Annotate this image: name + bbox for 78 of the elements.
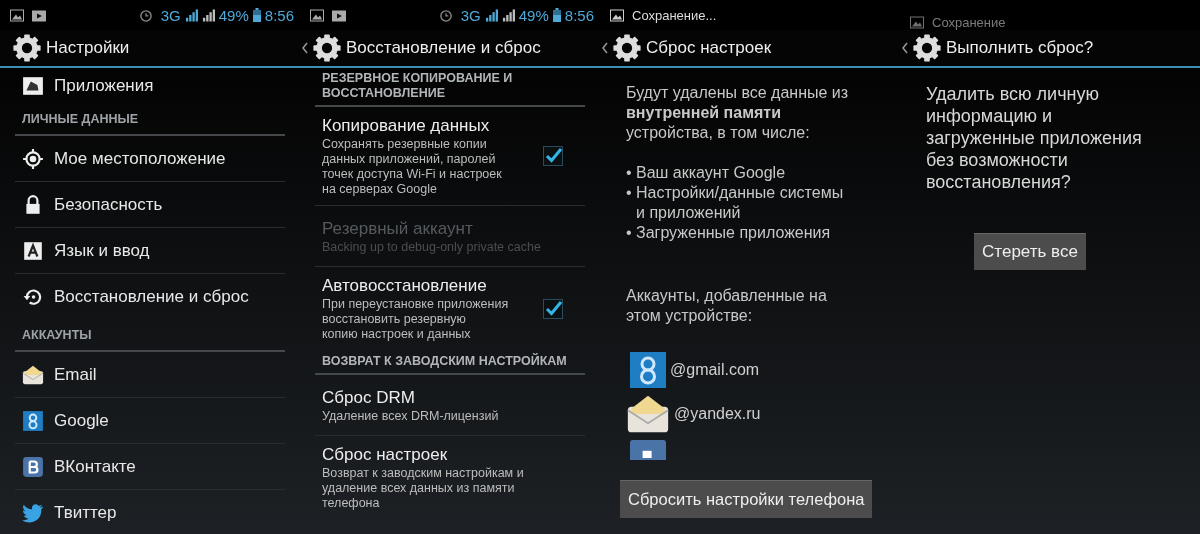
checkbox[interactable] xyxy=(543,298,563,319)
image-icon xyxy=(910,15,924,29)
checkbox[interactable] xyxy=(543,146,563,166)
alarm-clock-icon xyxy=(438,8,453,22)
preference-summary: Сохранять резервные копии данных приложений, паролей точек доступа Wi-Fi и настроек на серверах Google xyxy=(322,137,503,197)
preference-title[interactable]: Сброс настроек xyxy=(322,444,563,466)
location-icon xyxy=(22,147,44,170)
signal-icon xyxy=(184,8,198,22)
bullet-mark: • xyxy=(626,183,633,203)
preference-title[interactable]: Копирование данных xyxy=(322,115,543,137)
google-icon xyxy=(22,409,44,432)
preference-summary: При переустановке приложения восстановить резервную копию настроек и данных xyxy=(322,297,510,342)
bullet-mark: • xyxy=(626,223,633,243)
image-icon xyxy=(310,8,324,22)
signal-icon xyxy=(501,8,515,22)
section-header: АККАУНТЫ xyxy=(15,320,285,352)
settings-item[interactable]: Мое местоположение xyxy=(15,136,285,182)
battery-icon xyxy=(252,8,261,22)
bullet-text: Ваш аккаунт Google xyxy=(636,163,786,183)
screen-title: Выполнить сброс? xyxy=(946,38,1094,58)
reset-phone-button[interactable]: Сбросить настройки телефона xyxy=(620,480,873,518)
signal-icon xyxy=(201,8,215,22)
screen-title: Восстановление и сброс xyxy=(346,38,541,58)
erase-all-button[interactable]: Стереть все xyxy=(974,233,1086,270)
settings-icon[interactable] xyxy=(12,33,42,63)
accounts-heading: Аккаунты, добавленные на этом устройстве: xyxy=(626,286,827,326)
settings-icon[interactable] xyxy=(312,33,342,63)
preference-title: Резервный аккаунт xyxy=(322,217,474,240)
network-type: 3G xyxy=(160,6,181,24)
screen-title: Настройки xyxy=(46,38,130,58)
bird-icon xyxy=(22,501,44,524)
account-email: @yandex.ru xyxy=(674,405,761,423)
image-icon xyxy=(610,8,624,22)
battery-icon xyxy=(552,8,561,22)
settings-item[interactable]: Твиттер xyxy=(15,490,285,534)
back-caret-icon[interactable] xyxy=(602,42,608,54)
preference-title[interactable]: Автовосстановление xyxy=(322,275,543,297)
settings-item[interactable]: ВКонтакте xyxy=(15,444,285,490)
network-type: 3G xyxy=(460,6,481,24)
settings-item[interactable]: Восстановление и сброс xyxy=(15,274,285,320)
preference-title[interactable]: Сброс DRM xyxy=(322,386,563,409)
settings-item[interactable]: Язык и ввод xyxy=(15,228,285,274)
preference-summary: Backing up to debug-only private cache xyxy=(322,239,542,255)
preference-summary: Возврат к заводским настройкам и удаление всех данных из памяти телефона xyxy=(322,466,525,511)
signal-icon xyxy=(484,8,498,22)
settings-item[interactable]: Google xyxy=(15,398,285,444)
settings-icon[interactable] xyxy=(912,33,942,63)
section-header: ЛИЧНЫЕ ДАННЫЕ xyxy=(15,104,285,136)
notification-text: Сохранение... xyxy=(632,7,717,23)
apps-icon xyxy=(22,74,44,97)
video-icon xyxy=(32,8,46,22)
back-caret-icon[interactable] xyxy=(302,42,308,54)
battery-percent: 49% xyxy=(518,6,549,24)
envelope-icon xyxy=(22,363,44,386)
keyboard-language-icon xyxy=(22,239,44,262)
preference-summary: Удаление всех DRM-лицензий xyxy=(322,408,500,424)
warning-text: Будут удалены все данные из внутренней памяти устройства, в том числе: xyxy=(626,83,849,143)
clock-time: 8:56 xyxy=(264,6,294,24)
google-icon xyxy=(630,352,666,388)
settings-icon[interactable] xyxy=(612,33,642,63)
settings-item[interactable]: Email xyxy=(15,352,285,398)
account-email: @gmail.com xyxy=(670,361,760,379)
alarm-clock-icon xyxy=(138,8,153,22)
bullet-text: Загруженные приложения xyxy=(636,223,831,243)
clock-time: 8:56 xyxy=(564,6,594,24)
bullet-mark: • xyxy=(626,163,633,183)
back-caret-icon[interactable] xyxy=(902,42,908,54)
battery-percent: 49% xyxy=(218,6,249,24)
screen-title: Сброс настроек xyxy=(646,38,772,58)
video-icon xyxy=(332,8,346,22)
image-icon xyxy=(10,8,24,22)
bullet-text: Настройки/данные системы и приложений xyxy=(636,183,844,223)
settings-item[interactable]: Безопасность xyxy=(15,182,285,228)
confirm-message: Удалить всю личную информацию и загруженные приложения без возможности восстановления? xyxy=(926,83,1143,193)
section-header: ВОЗВРАТ К ЗАВОДСКИМ НАСТРОЙКАМ xyxy=(315,351,585,375)
notification-text: Сохранение xyxy=(932,14,1006,30)
section-header: РЕЗЕРВНОЕ КОПИРОВАНИЕ И ВОССТАНОВЛЕНИЕ xyxy=(315,68,585,107)
settings-item[interactable]: Приложения xyxy=(15,68,285,104)
